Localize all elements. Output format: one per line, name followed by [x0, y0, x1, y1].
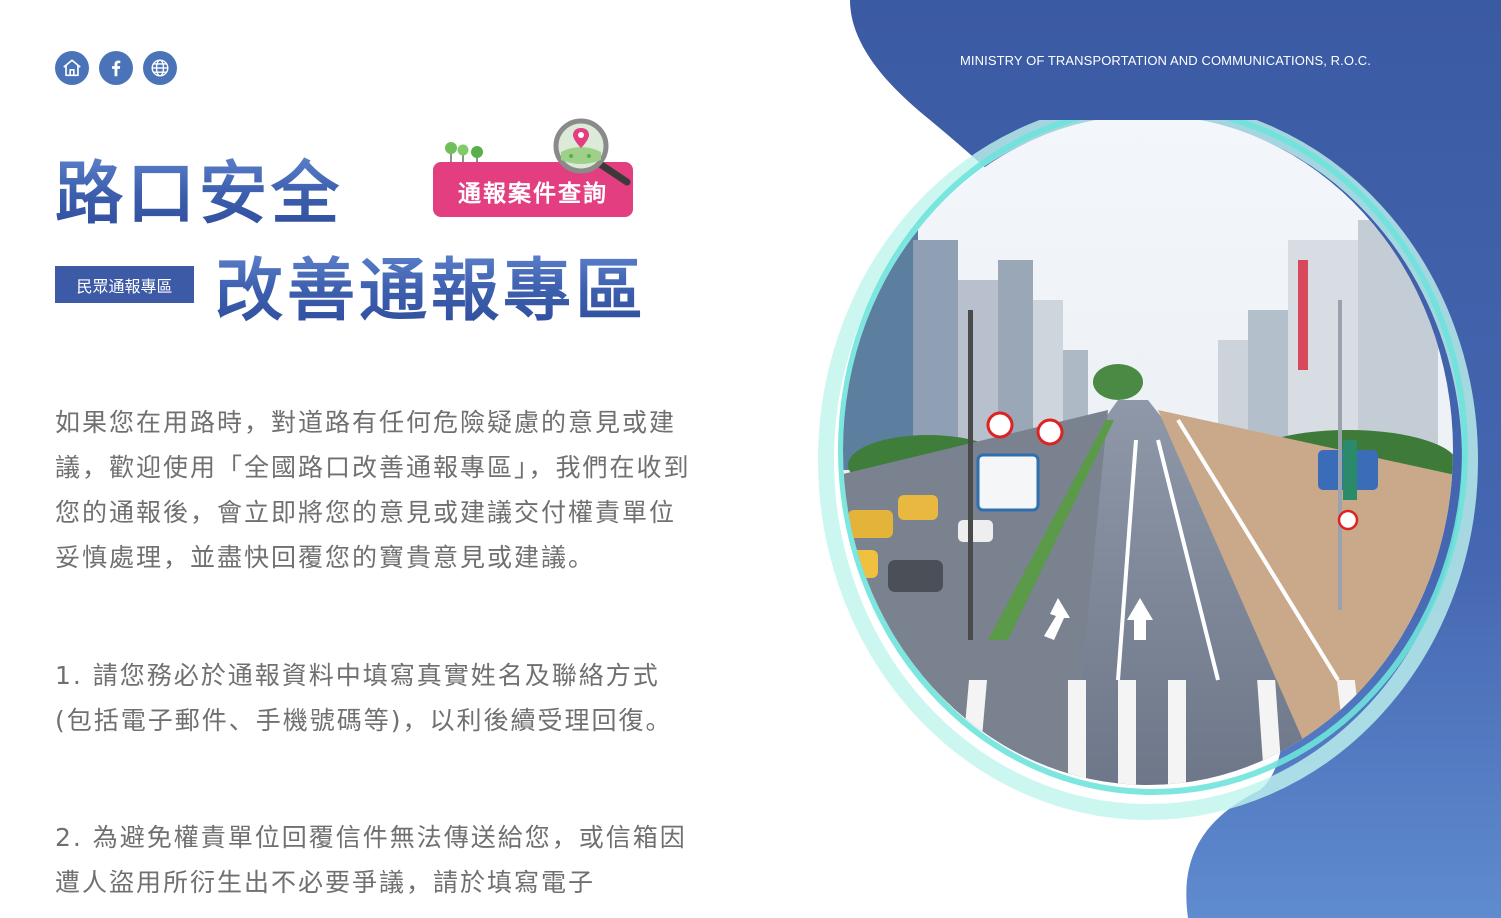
ministry-name: MINISTRY OF TRANSPORTATION AND COMMUNICA…	[960, 53, 1371, 68]
social-icons	[55, 51, 177, 85]
citizen-report-badge: 民眾通報專區	[55, 266, 194, 303]
page-title-line1: 路口安全	[55, 138, 343, 237]
note-1: 1. 請您務必於通報資料中填寫真實姓名及聯絡方式(包括電子郵件、手機號碼等)，以…	[55, 661, 673, 735]
page: MINISTRY OF TRANSPORTATION AND COMMUNICA…	[0, 0, 1501, 918]
magnifier-icon	[553, 118, 631, 186]
note-2: 2. 為避免權責單位回覆信件無法傳送給您，或信箱因遭人盜用所衍生出不必要爭議，請…	[55, 823, 687, 897]
globe-icon[interactable]	[143, 51, 177, 85]
facebook-icon[interactable]	[99, 51, 133, 85]
home-icon[interactable]	[55, 51, 89, 85]
street-photo	[818, 120, 1478, 820]
page-title-line2: 改善通報專區	[215, 235, 647, 334]
query-widget: 通報案件查詢	[433, 116, 635, 220]
intro-paragraph: 如果您在用路時，對道路有任何危險疑慮的意見或建議，歡迎使用「全國路口改善通報專區…	[55, 408, 691, 572]
